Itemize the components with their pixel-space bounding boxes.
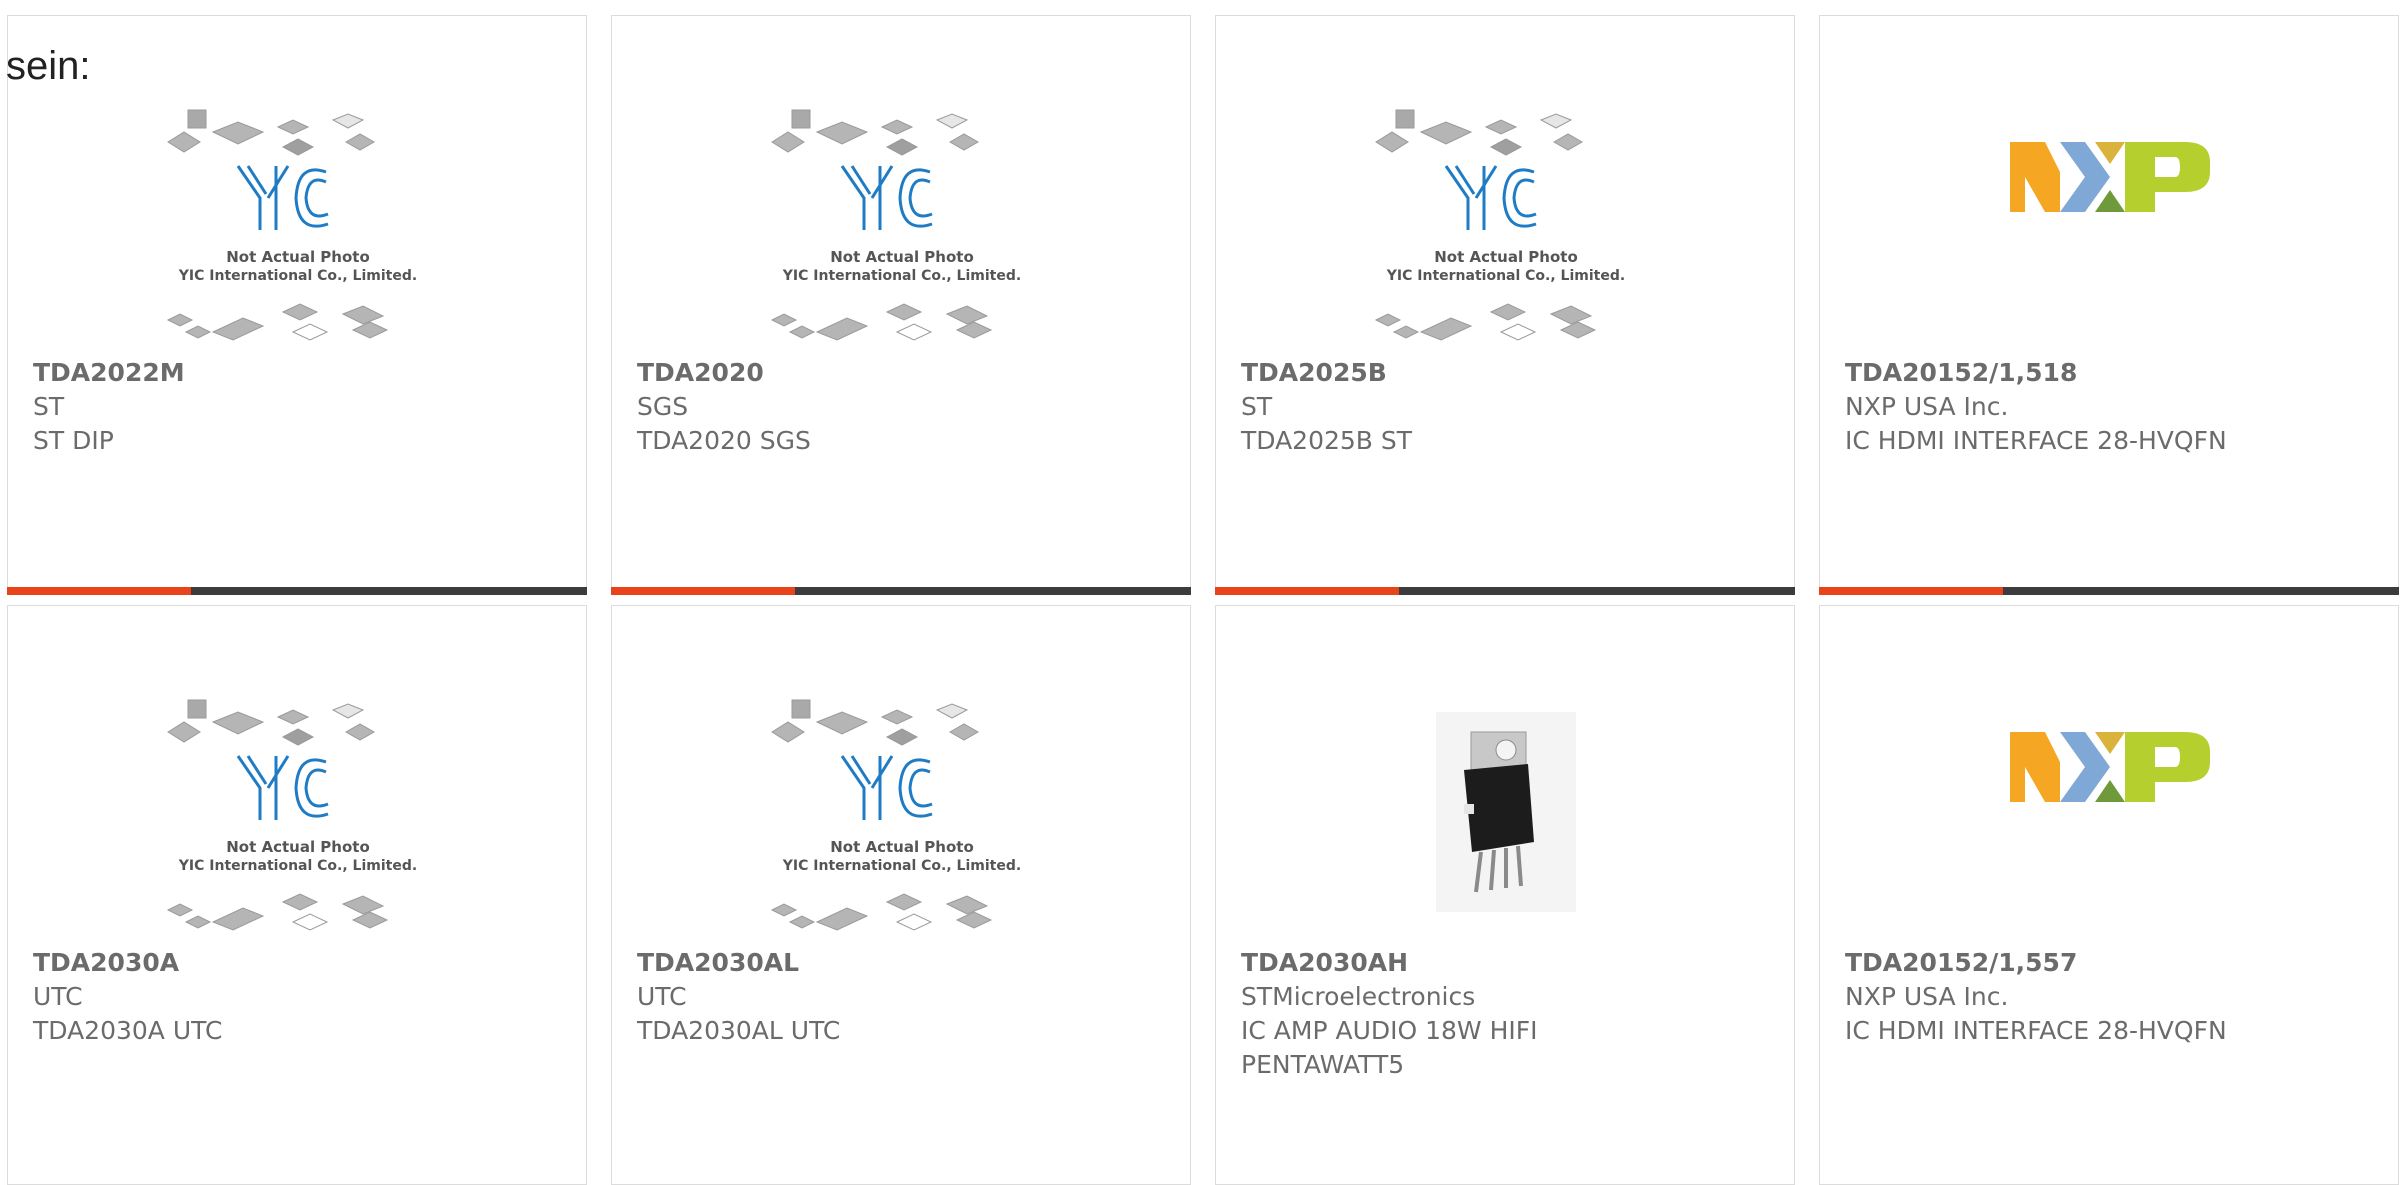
manufacturer: SGS [637,392,689,421]
product-info: TDA2030A UTC TDA2030A UTC [33,946,563,1048]
product-image-nxp-logo[interactable] [1960,102,2260,356]
product-image-yic-placeholder[interactable]: Not Actual Photo YIC International Co., … [1356,102,1656,356]
part-number-link[interactable]: TDA2022M [33,356,563,390]
product-info: TDA20152/1,518 NXP USA Inc. IC HDMI INTE… [1845,356,2375,458]
description: IC AMP AUDIO 18W HIFI PENTAWATT5 [1241,1016,1538,1079]
part-number-link[interactable]: TDA20152/1,557 [1845,946,2375,980]
product-info: TDA2020 SGS TDA2020 SGS [637,356,1167,458]
placeholder-line2: YIC International Co., Limited. [178,858,417,874]
product-card[interactable]: Not Actual Photo YIC International Co., … [7,605,587,1185]
product-image-nxp-logo[interactable] [1960,692,2260,946]
placeholder-line1: Not Actual Photo [1434,248,1578,266]
description: TDA2020 SGS [637,426,811,455]
description: TDA2030AL UTC [637,1016,841,1045]
product-card[interactable]: TDA20152/1,518 NXP USA Inc. IC HDMI INTE… [1819,15,2399,595]
card-accent-bar [611,587,795,595]
card-bottom-bar [7,587,587,595]
description: TDA2030A UTC [33,1016,223,1045]
manufacturer: ST [1241,392,1273,421]
manufacturer: UTC [637,982,687,1011]
product-card[interactable]: Not Actual Photo YIC International Co., … [7,15,587,595]
product-card[interactable]: Not Actual Photo YIC International Co., … [611,605,1191,1185]
product-card[interactable]: TDA20152/1,557 NXP USA Inc. IC HDMI INTE… [1819,605,2399,1185]
product-info: TDA2025B ST TDA2025B ST [1241,356,1771,458]
placeholder-line1: Not Actual Photo [830,838,974,856]
placeholder-line2: YIC International Co., Limited. [782,268,1021,284]
product-info: TDA2022M ST ST DIP [33,356,563,458]
product-card[interactable]: TDA2030AH STMicroelectronics IC AMP AUDI… [1215,605,1795,1185]
placeholder-line1: Not Actual Photo [226,248,370,266]
card-accent-bar [7,587,191,595]
card-bottom-bar [1819,587,2399,595]
manufacturer: NXP USA Inc. [1845,982,2009,1011]
card-accent-bar [1215,587,1399,595]
placeholder-line2: YIC International Co., Limited. [178,268,417,284]
description: ST DIP [33,426,114,455]
description: TDA2025B ST [1241,426,1413,455]
part-number-link[interactable]: TDA2020 [637,356,1167,390]
to220-chip-photo [1436,712,1576,912]
placeholder-line2: YIC International Co., Limited. [782,858,1021,874]
product-image-yic-placeholder[interactable]: Not Actual Photo YIC International Co., … [752,102,1052,356]
placeholder-line1: Not Actual Photo [830,248,974,266]
part-number-link[interactable]: TDA2030AL [637,946,1167,980]
yic-placeholder-image: Not Actual Photo YIC International Co., … [1374,109,1625,341]
placeholder-line1: Not Actual Photo [226,838,370,856]
part-number-link[interactable]: TDA20152/1,518 [1845,356,2375,390]
description: IC HDMI INTERFACE 28-HVQFN [1845,1016,2227,1045]
part-number-link[interactable]: TDA2030A [33,946,563,980]
product-card[interactable]: Not Actual Photo YIC International Co., … [611,15,1191,595]
manufacturer: NXP USA Inc. [1845,392,2009,421]
product-card[interactable]: Not Actual Photo YIC International Co., … [1215,15,1795,595]
product-info: TDA20152/1,557 NXP USA Inc. IC HDMI INTE… [1845,946,2375,1048]
yic-placeholder-image: Not Actual Photo YIC International Co., … [770,109,1021,341]
card-bottom-bar [611,587,1191,595]
nxp-logo [2010,142,2210,212]
product-image-yic-placeholder[interactable]: Not Actual Photo YIC International Co., … [148,692,448,946]
part-number-link[interactable]: TDA2030AH [1241,946,1771,980]
card-bottom-bar [1215,587,1795,595]
manufacturer: UTC [33,982,83,1011]
product-image-yic-placeholder[interactable]: Not Actual Photo YIC International Co., … [148,102,448,356]
product-info: TDA2030AL UTC TDA2030AL UTC [637,946,1167,1048]
part-number-link[interactable]: TDA2025B [1241,356,1771,390]
nxp-logo [2010,732,2210,802]
product-info: TDA2030AH STMicroelectronics IC AMP AUDI… [1241,946,1771,1082]
product-image-to220-chip[interactable] [1356,692,1656,946]
manufacturer: ST [33,392,65,421]
yic-placeholder-image: Not Actual Photo YIC International Co., … [770,699,1021,931]
description: IC HDMI INTERFACE 28-HVQFN [1845,426,2227,455]
card-accent-bar [1819,587,2003,595]
product-image-yic-placeholder[interactable]: Not Actual Photo YIC International Co., … [752,692,1052,946]
yic-placeholder-image: Not Actual Photo YIC International Co., … [166,699,417,931]
manufacturer: STMicroelectronics [1241,982,1476,1011]
yic-placeholder-image: Not Actual Photo YIC International Co., … [166,109,417,341]
page-heading: sein: [6,44,91,88]
placeholder-line2: YIC International Co., Limited. [1386,268,1625,284]
